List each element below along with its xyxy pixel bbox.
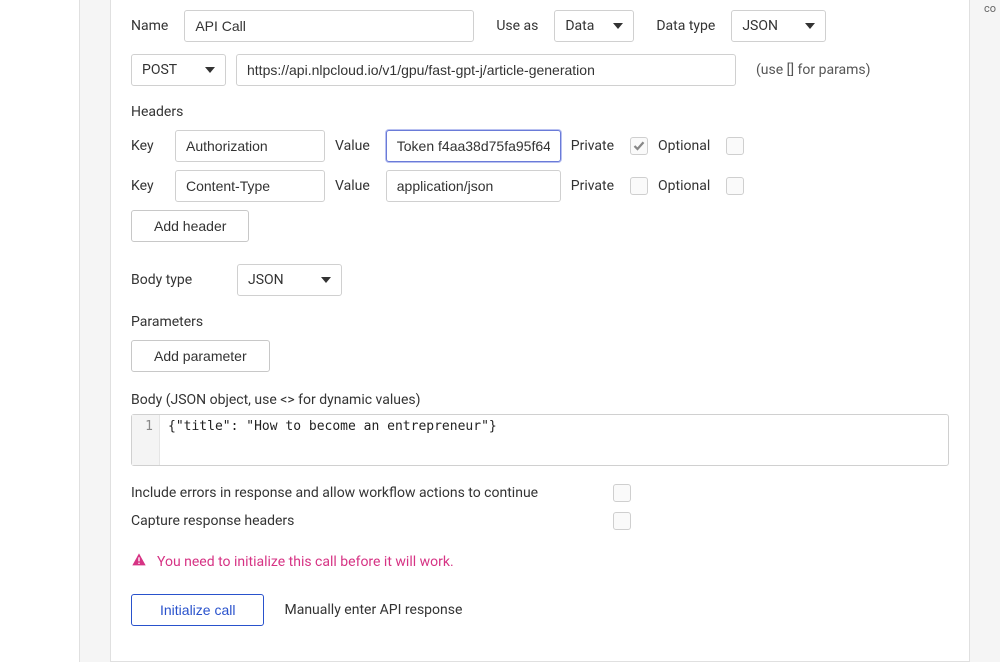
- data-type-select[interactable]: JSON: [731, 10, 826, 42]
- capture-headers-label: Capture response headers: [131, 513, 294, 529]
- header-value-input[interactable]: [386, 170, 561, 202]
- include-errors-label: Include errors in response and allow wor…: [131, 485, 538, 501]
- api-call-panel: Name Use as Data Data type JSON POST: [110, 0, 970, 662]
- caret-down-icon: [321, 277, 331, 283]
- header-value-label: Value: [335, 138, 370, 154]
- body-type-label: Body type: [131, 272, 221, 288]
- header-optional-checkbox[interactable]: [726, 177, 744, 195]
- header-key-label: Key: [131, 178, 159, 194]
- headers-title: Headers: [131, 104, 949, 120]
- warning-text: You need to initialize this call before …: [157, 554, 454, 570]
- header-private-label: Private: [571, 178, 614, 194]
- use-as-label: Use as: [496, 18, 538, 34]
- header-row: Key Value Private Optional: [131, 130, 949, 162]
- check-icon: [633, 140, 645, 152]
- name-input[interactable]: [184, 10, 474, 42]
- header-optional-checkbox[interactable]: [726, 137, 744, 155]
- url-hint: (use [] for params): [756, 62, 871, 78]
- use-as-select[interactable]: Data: [554, 10, 634, 42]
- header-value-label: Value: [335, 178, 370, 194]
- header-key-input[interactable]: [175, 130, 325, 162]
- body-type-value: JSON: [248, 272, 284, 288]
- include-errors-checkbox[interactable]: [613, 484, 631, 502]
- add-header-button[interactable]: Add header: [131, 210, 249, 242]
- parameters-title: Parameters: [131, 314, 949, 330]
- manual-response-link[interactable]: Manually enter API response: [284, 602, 462, 618]
- body-type-select[interactable]: JSON: [237, 264, 342, 296]
- caret-down-icon: [205, 67, 215, 73]
- left-sidebar: [0, 0, 80, 662]
- add-parameter-button[interactable]: Add parameter: [131, 340, 270, 372]
- warning-icon: [131, 552, 147, 572]
- header-key-label: Key: [131, 138, 159, 154]
- capture-headers-checkbox[interactable]: [613, 512, 631, 530]
- initialize-call-button[interactable]: Initialize call: [131, 594, 264, 626]
- header-private-label: Private: [571, 138, 614, 154]
- caret-down-icon: [805, 23, 815, 29]
- body-editor-label: Body (JSON object, use <> for dynamic va…: [131, 392, 949, 408]
- http-method-value: POST: [142, 62, 177, 78]
- url-input[interactable]: [236, 54, 736, 86]
- header-row: Key Value Private Optional: [131, 170, 949, 202]
- body-json-content[interactable]: {"title": "How to become an entrepreneur…: [160, 415, 948, 465]
- header-optional-label: Optional: [658, 138, 710, 154]
- data-type-label: Data type: [656, 18, 715, 34]
- corner-badge: co: [980, 0, 1000, 17]
- header-key-input[interactable]: [175, 170, 325, 202]
- http-method-select[interactable]: POST: [131, 54, 226, 86]
- header-optional-label: Optional: [658, 178, 710, 194]
- use-as-value: Data: [565, 18, 594, 34]
- caret-down-icon: [613, 23, 623, 29]
- header-private-checkbox[interactable]: [630, 177, 648, 195]
- data-type-value: JSON: [742, 18, 778, 34]
- initialize-warning: You need to initialize this call before …: [131, 552, 949, 572]
- header-value-input[interactable]: [386, 130, 561, 162]
- header-private-checkbox[interactable]: [630, 137, 648, 155]
- name-label: Name: [131, 18, 168, 34]
- line-number: 1: [132, 415, 160, 465]
- body-json-editor[interactable]: 1 {"title": "How to become an entreprene…: [131, 414, 949, 466]
